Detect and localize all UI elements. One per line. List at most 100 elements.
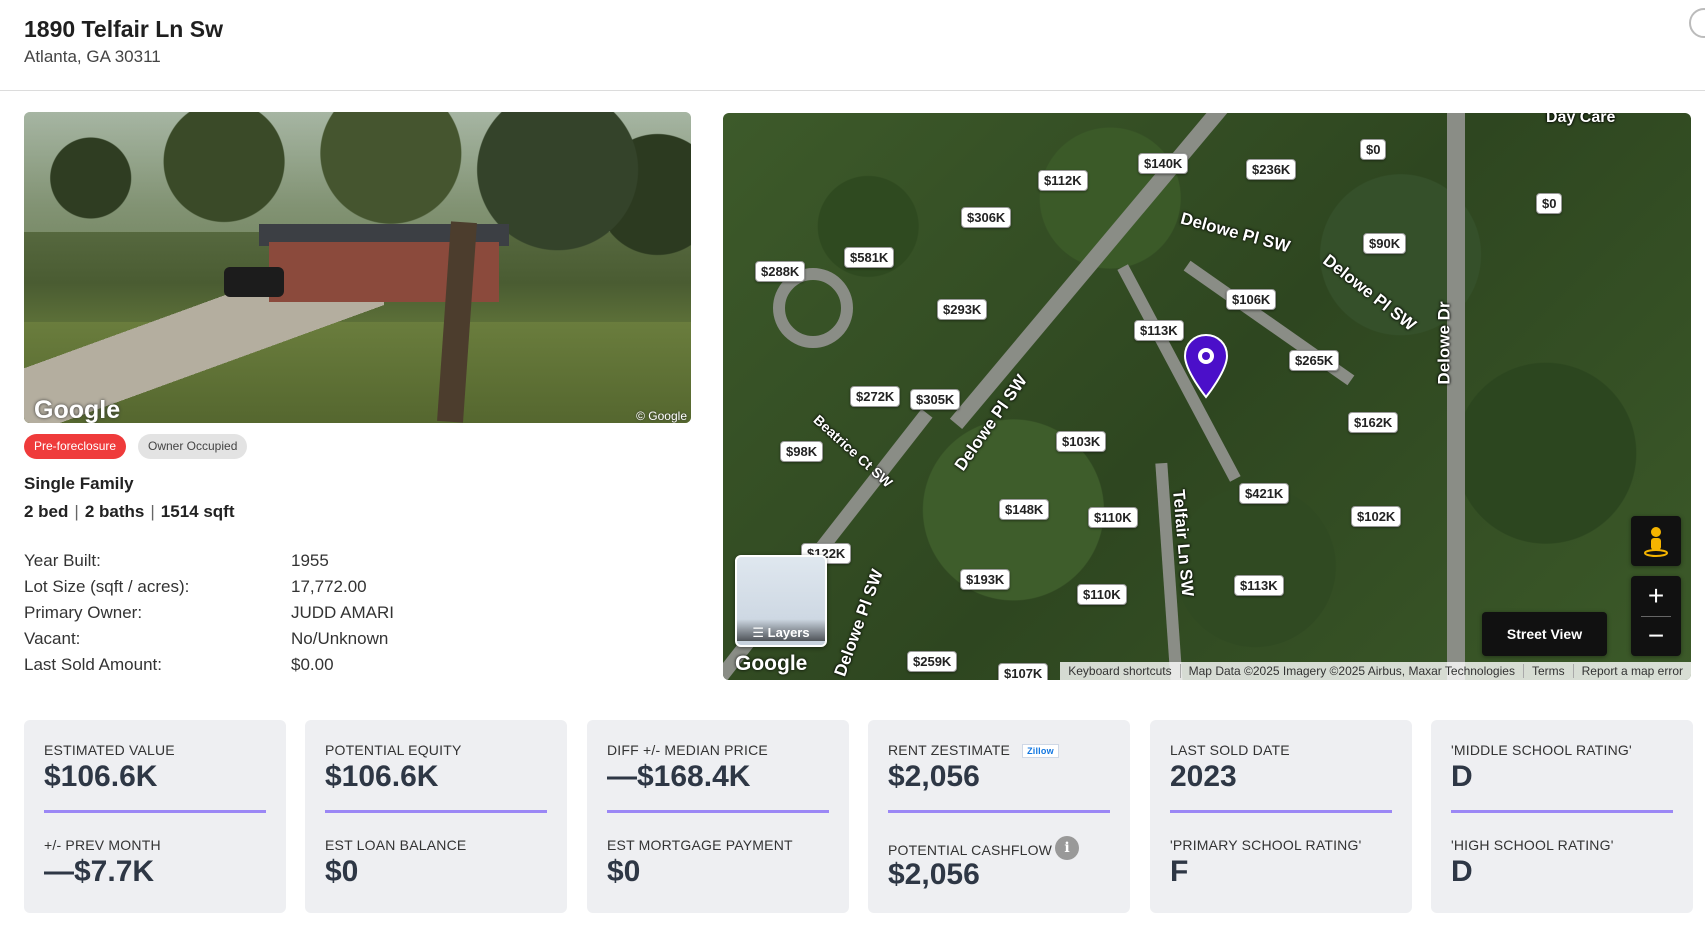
price-marker[interactable]: $112K	[1038, 170, 1088, 191]
price-marker[interactable]: $140K	[1138, 153, 1189, 174]
zillow-logo: Zillow	[1022, 744, 1059, 759]
price-marker[interactable]: $102K	[1351, 506, 1402, 527]
price-marker[interactable]: $265K	[1289, 350, 1340, 371]
price-marker[interactable]: $305K	[910, 389, 961, 410]
layers-button[interactable]: ☰ Layers	[735, 555, 827, 647]
road-label: Delowe Pl SW	[1178, 208, 1293, 257]
card-label: 'MIDDLE SCHOOL RATING'	[1451, 742, 1632, 758]
price-marker[interactable]: $113K	[1134, 320, 1184, 341]
price-marker[interactable]: $272K	[850, 386, 901, 407]
price-marker[interactable]: $581K	[844, 247, 895, 268]
pre-foreclosure-badge: Pre-foreclosure	[24, 434, 127, 459]
accent-bar	[888, 810, 1110, 813]
price-marker[interactable]: $113K	[1234, 575, 1284, 596]
card-label: POTENTIAL EQUITY	[325, 742, 462, 758]
price-marker[interactable]: $236K	[1246, 159, 1297, 180]
card-label: DIFF +/- MEDIAN PRICE	[607, 742, 768, 758]
road-label: Delowe Pl SW	[830, 566, 887, 679]
accent-bar	[607, 810, 829, 813]
card-estimated-value: ESTIMATED VALUE $106.6K +/- PREV MONTH —…	[24, 720, 286, 913]
property-specs: 2 bed | 2 baths | 1514 sqft	[24, 502, 234, 522]
property-city: Atlanta, GA 30311	[24, 47, 161, 66]
layers-label: ☰ Layers	[737, 619, 825, 641]
card-potential-equity: POTENTIAL EQUITY $106.6K EST LOAN BALANC…	[305, 720, 567, 913]
card-label: EST LOAN BALANCE	[325, 837, 467, 853]
price-marker[interactable]: $288K	[755, 261, 806, 282]
report-error-link[interactable]: Report a map error	[1572, 664, 1691, 678]
price-marker[interactable]: $98K	[780, 441, 824, 462]
sqft: 1514 sqft	[160, 502, 235, 521]
price-marker[interactable]: $0	[1360, 139, 1387, 160]
card-median-diff: DIFF +/- MEDIAN PRICE —$168.4K EST MORTG…	[587, 720, 849, 913]
zoom-in-button[interactable]: +	[1631, 576, 1681, 616]
photo-car	[224, 267, 284, 297]
fact-primary-owner: Primary Owner: JUDD AMARI	[24, 603, 664, 629]
price-marker[interactable]: $107K	[998, 663, 1049, 680]
card-label: EST MORTGAGE PAYMENT	[607, 837, 793, 853]
price-marker[interactable]: $421K	[1239, 483, 1290, 504]
road-label: Day Care	[1546, 113, 1616, 126]
card-value: 2023	[1170, 760, 1237, 793]
card-label: 'HIGH SCHOOL RATING'	[1451, 837, 1614, 853]
card-value: $0	[325, 855, 359, 888]
layers-icon: ☰	[752, 625, 768, 640]
google-logo: Google	[34, 396, 121, 423]
price-marker[interactable]: $259K	[907, 651, 958, 672]
road-label: Delowe Pl SW	[1319, 250, 1420, 335]
pegman-button[interactable]	[1631, 516, 1681, 566]
accent-bar	[1170, 810, 1392, 813]
fact-lot-size: Lot Size (sqft / acres): 17,772.00	[24, 577, 664, 603]
card-value: —$7.7K	[44, 855, 155, 888]
road-label: Delowe Dr	[1434, 301, 1454, 385]
price-marker[interactable]: $193K	[960, 569, 1011, 590]
price-marker[interactable]: $306K	[961, 207, 1012, 228]
price-marker[interactable]: $110K	[1088, 507, 1138, 528]
card-rent-zestimate: RENT ZESTIMATE Zillow $2,056 POTENTIAL CA…	[868, 720, 1130, 913]
road-label: Beatrice Ct SW	[810, 411, 896, 491]
baths: 2 baths	[84, 502, 145, 521]
price-marker[interactable]: $162K	[1348, 412, 1399, 433]
google-logo: Google	[735, 652, 808, 675]
card-label: LAST SOLD DATE	[1170, 742, 1290, 758]
price-marker[interactable]: $148K	[999, 499, 1050, 520]
street-view-button[interactable]: Street View	[1482, 612, 1607, 656]
card-value: $0	[607, 855, 641, 888]
property-type: Single Family	[24, 474, 134, 493]
card-value: D	[1451, 760, 1473, 793]
fact-year-built: Year Built: 1955	[24, 551, 664, 577]
owner-occupied-badge: Owner Occupied	[138, 434, 248, 459]
card-school-ratings: 'MIDDLE SCHOOL RATING' D 'HIGH SCHOOL RA…	[1431, 720, 1693, 913]
price-marker[interactable]: $293K	[937, 299, 988, 320]
satellite-map[interactable]: Day Care Delowe Pl SW Delowe Pl SW Delow…	[723, 113, 1691, 680]
price-marker[interactable]: $110K	[1077, 584, 1127, 605]
price-marker[interactable]: $0	[1536, 193, 1563, 214]
info-icon[interactable]: i	[1055, 836, 1079, 860]
card-label: RENT ZESTIMATE Zillow	[888, 742, 1059, 759]
zoom-out-button[interactable]: −	[1631, 616, 1681, 656]
price-marker[interactable]: $90K	[1363, 233, 1407, 254]
accent-bar	[44, 810, 266, 813]
card-value: $106.6K	[325, 760, 439, 793]
close-icon[interactable]	[1689, 8, 1705, 38]
divider: |	[74, 502, 79, 521]
card-value: $106.6K	[44, 760, 158, 793]
fact-label: Last Sold Amount:	[24, 655, 162, 674]
street-photo[interactable]: Google © Google	[24, 112, 691, 423]
keyboard-shortcuts-link[interactable]: Keyboard shortcuts	[1060, 664, 1179, 678]
card-value: F	[1170, 855, 1189, 888]
fact-last-sold: Last Sold Amount: $0.00	[24, 655, 664, 681]
price-marker[interactable]: $103K	[1056, 431, 1107, 452]
accent-bar	[325, 810, 547, 813]
divider: |	[150, 502, 155, 521]
price-marker[interactable]: $106K	[1226, 289, 1277, 310]
fact-value: $0.00	[291, 655, 334, 674]
zoom-control: + −	[1631, 576, 1681, 656]
property-facts: Year Built: 1955 Lot Size (sqft / acres):…	[24, 551, 664, 681]
card-label: 'PRIMARY SCHOOL RATING'	[1170, 837, 1362, 853]
photo-copyright: © Google	[636, 409, 687, 423]
fact-value: 1955	[291, 551, 329, 570]
card-last-sold-date: LAST SOLD DATE 2023 'PRIMARY SCHOOL RATI…	[1150, 720, 1412, 913]
accent-bar	[1451, 810, 1673, 813]
terms-link[interactable]: Terms	[1522, 664, 1573, 678]
fact-vacant: Vacant: No/Unknown	[24, 629, 664, 655]
